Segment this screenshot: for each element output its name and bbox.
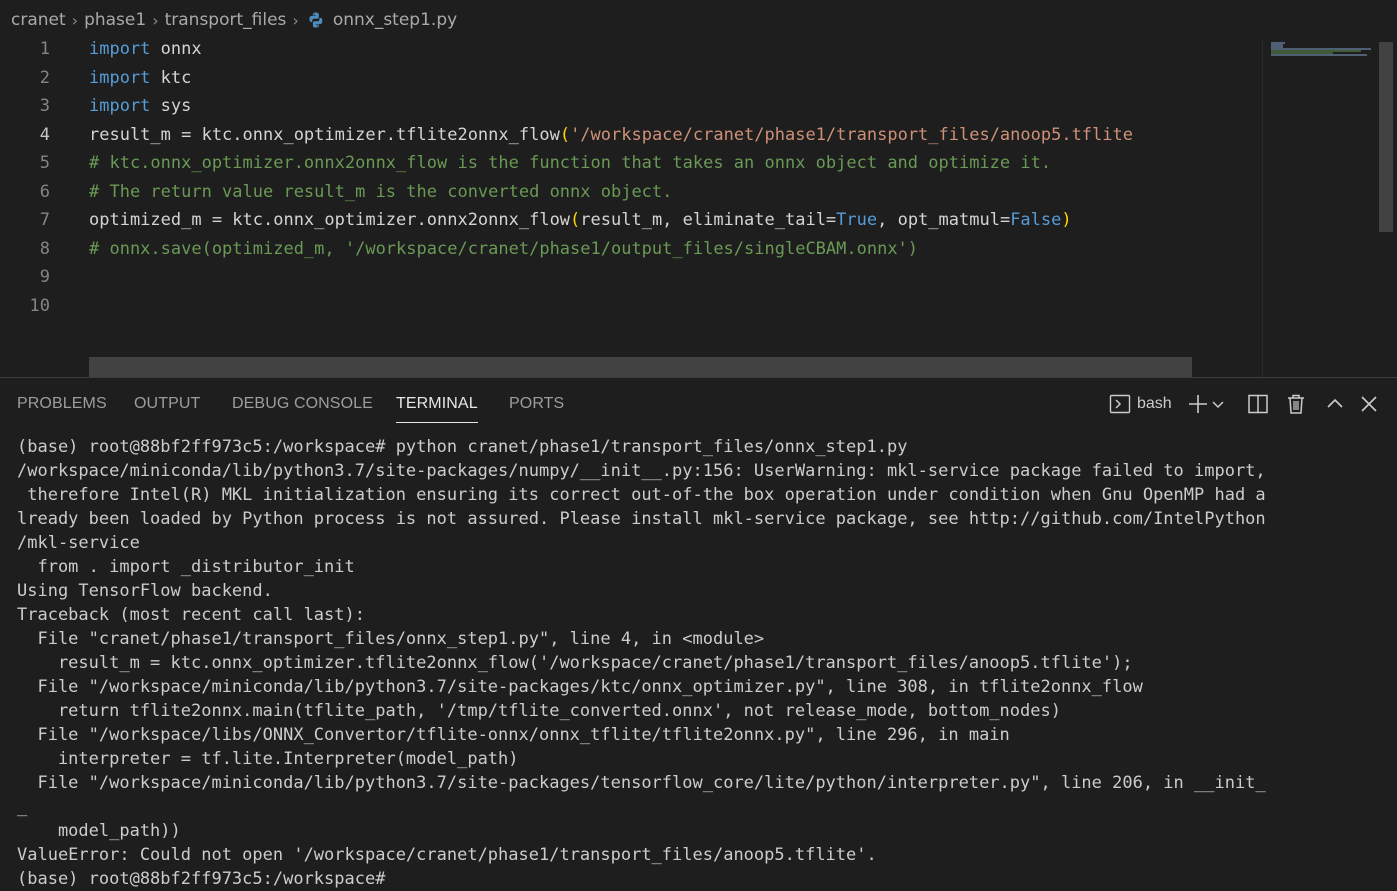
terminal-line: lready been loaded by Python process is … — [17, 509, 1266, 529]
code-token: ( — [570, 210, 581, 230]
terminal-line: File "cranet/phase1/transport_files/onnx… — [17, 629, 765, 649]
breadcrumb-item-cranet[interactable]: cranet — [11, 10, 66, 30]
terminal-icon[interactable] — [1108, 392, 1132, 416]
code-line[interactable]: 2 import ktc — [0, 64, 1262, 92]
code-text[interactable]: import sys — [89, 92, 191, 120]
line-number: 4 — [39, 124, 50, 145]
code-line[interactable]: 9 — [0, 263, 1262, 291]
tab-debug-console[interactable]: DEBUG CONSOLE — [232, 395, 373, 413]
code-token: # onnx.save(optimized_m, '/workspace/cra… — [89, 238, 919, 259]
code-token: result_m = ktc.onnx_optimizer.tflite2onn… — [89, 124, 560, 145]
terminal-line: File "/workspace/libs/ONNX_Convertor/tfl… — [17, 725, 1010, 745]
minimap[interactable] — [1262, 40, 1377, 377]
line-number: 10 — [29, 295, 50, 316]
python-file-icon — [309, 12, 323, 28]
terminal-output[interactable]: (base) root@88bf2ff973c5:/workspace# pyt… — [0, 435, 1397, 891]
chevron-right-icon: › — [71, 10, 79, 30]
tab-problems[interactable]: PROBLEMS — [17, 395, 107, 413]
code-token: '/workspace/cranet/phase1/transport_file… — [570, 124, 1133, 145]
breadcrumb-item-phase1[interactable]: phase1 — [84, 10, 146, 30]
breadcrumb-item-transport-files[interactable]: transport_files — [165, 10, 287, 30]
vertical-scrollbar[interactable] — [1377, 40, 1397, 377]
vertical-scrollbar-thumb[interactable] — [1379, 42, 1393, 232]
shell-name[interactable]: bash — [1137, 395, 1172, 413]
code-text[interactable]: import ktc — [89, 64, 191, 92]
line-number: 6 — [39, 181, 50, 202]
code-token: import — [89, 40, 151, 59]
line-number: 1 — [39, 40, 50, 59]
code-token: result_m, eliminate_tail= — [580, 210, 837, 230]
line-number: 9 — [39, 267, 50, 287]
chevron-down-icon[interactable] — [1210, 392, 1226, 416]
code-token: , opt_matmul= — [877, 210, 1011, 230]
chevron-right-icon: › — [152, 10, 159, 30]
code-text[interactable]: import onnx — [89, 40, 202, 63]
code-line[interactable]: 3 import sys — [0, 92, 1262, 120]
code-line[interactable]: 6 # The return value result_m is the conv… — [0, 178, 1262, 206]
bottom-panel: PROBLEMS OUTPUT DEBUG CONSOLE TERMINAL P… — [0, 377, 1397, 890]
terminal-line: return tflite2onnx.main(tflite_path, '/t… — [17, 701, 1061, 721]
terminal-line: _ — [17, 797, 28, 817]
code-text[interactable]: # The return value result_m is the conve… — [89, 178, 672, 206]
terminal-line: /workspace/miniconda/lib/python3.7/site-… — [17, 461, 1266, 481]
terminal-line: model_path)) — [17, 821, 181, 841]
code-token: onnx — [150, 40, 202, 59]
terminal-line: result_m = ktc.onnx_optimizer.tflite2onn… — [17, 653, 1133, 673]
terminal-line: therefore Intel(R) MKL initialization en… — [17, 485, 1266, 505]
code-token: # ktc.onnx_optimizer.onnx2onnx_flow is t… — [89, 153, 1052, 173]
code-line[interactable]: 8 # onnx.save(optimized_m, '/workspace/cr… — [0, 235, 1262, 263]
code-token: sys — [150, 96, 192, 116]
chevron-right-icon: › — [292, 10, 299, 30]
terminal-line: /mkl-service — [17, 533, 140, 553]
code-line[interactable]: 10 — [0, 292, 1262, 320]
code-editor[interactable]: 1 import onnx 2 import ktc 3 import sys 4 resul… — [0, 40, 1397, 377]
code-line[interactable]: 4 result_m = ktc.onnx_optimizer.tflite2on… — [0, 121, 1262, 149]
horizontal-scrollbar[interactable] — [89, 357, 1192, 377]
code-token: ( — [559, 124, 571, 145]
terminal-line: (base) root@88bf2ff973c5:/workspace# pyt… — [17, 437, 908, 457]
tab-output[interactable]: OUTPUT — [134, 395, 200, 413]
panel-tab-bar: PROBLEMS OUTPUT DEBUG CONSOLE TERMINAL P… — [0, 378, 1397, 430]
code-token: ktc — [150, 67, 192, 88]
maximize-panel-icon[interactable] — [1323, 392, 1347, 416]
code-token: optimized_m = ktc.onnx_optimizer.onnx2on… — [89, 210, 571, 230]
code-token: False — [1010, 210, 1062, 230]
code-line[interactable]: 5 # ktc.onnx_optimizer.onnx2onnx_flow is … — [0, 149, 1262, 177]
line-number: 7 — [39, 210, 50, 230]
code-token: True — [836, 210, 878, 230]
terminal-line: ValueError: Could not open '/workspace/c… — [17, 845, 877, 865]
code-text[interactable]: result_m = ktc.onnx_optimizer.tflite2onn… — [89, 121, 1133, 149]
breadcrumb: cranet › phase1 › transport_files › onnx… — [0, 0, 1397, 40]
terminal-line: File "/workspace/miniconda/lib/python3.7… — [17, 773, 1266, 793]
code-line[interactable]: 7 optimized_m = ktc.onnx_optimizer.onnx2o… — [0, 206, 1262, 234]
new-terminal-icon[interactable] — [1186, 392, 1210, 416]
trash-icon[interactable] — [1284, 392, 1308, 416]
breadcrumb-item-file[interactable]: onnx_step1.py — [333, 10, 457, 30]
split-terminal-icon[interactable] — [1246, 392, 1270, 416]
code-line[interactable]: 1 import onnx — [0, 40, 1262, 63]
terminal-line: interpreter = tf.lite.Interpreter(model_… — [17, 749, 519, 769]
line-number: 2 — [39, 67, 50, 88]
close-icon[interactable] — [1357, 392, 1381, 416]
terminal-line: File "/workspace/miniconda/lib/python3.7… — [17, 677, 1143, 697]
line-number: 3 — [39, 96, 50, 116]
code-token: ) — [1061, 210, 1072, 230]
tab-terminal[interactable]: TERMINAL — [396, 395, 478, 423]
terminal-line: from . import _distributor_init — [17, 557, 355, 577]
terminal-line: Using TensorFlow backend. — [17, 581, 273, 601]
tab-ports[interactable]: PORTS — [509, 395, 564, 413]
line-number: 8 — [39, 238, 50, 259]
code-token: import — [89, 67, 151, 88]
code-text[interactable]: # onnx.save(optimized_m, '/workspace/cra… — [89, 235, 918, 263]
code-text[interactable]: # ktc.onnx_optimizer.onnx2onnx_flow is t… — [89, 149, 1051, 177]
terminal-line: Traceback (most recent call last): — [17, 605, 365, 625]
line-number: 5 — [39, 153, 50, 173]
code-token: import — [89, 96, 151, 116]
code-token: # The return value result_m is the conve… — [89, 181, 673, 202]
terminal-line: (base) root@88bf2ff973c5:/workspace# — [17, 869, 396, 889]
code-text[interactable]: optimized_m = ktc.onnx_optimizer.onnx2on… — [89, 206, 1072, 234]
